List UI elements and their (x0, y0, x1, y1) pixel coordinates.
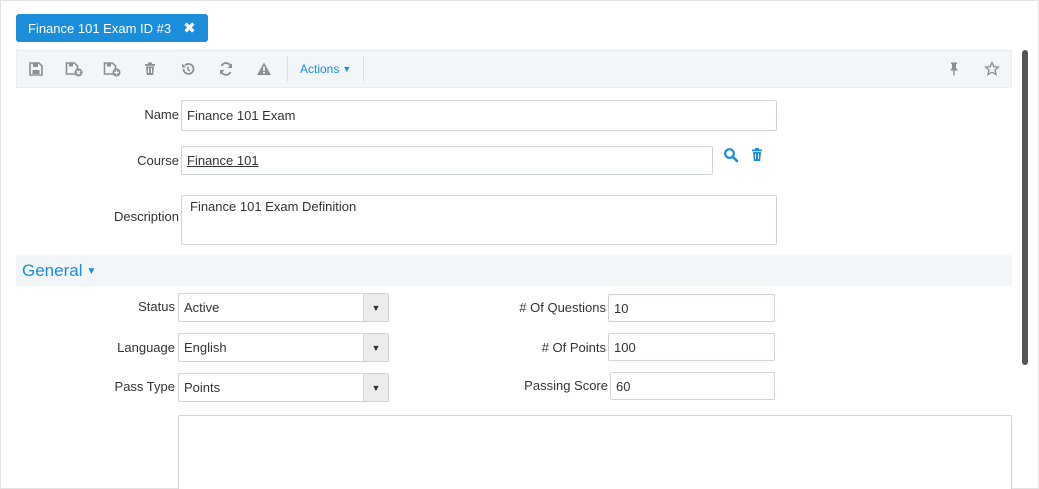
course-link[interactable]: Finance 101 (187, 153, 259, 168)
dropdown-arrow-icon[interactable]: ▼ (363, 374, 388, 401)
status-value: Active (184, 300, 220, 315)
questions-value: 10 (614, 300, 629, 316)
points-label: # Of Points (541, 340, 606, 355)
language-select[interactable]: English ▼ (178, 333, 389, 362)
name-value: Finance 101 Exam (187, 108, 296, 123)
pin-icon[interactable] (935, 51, 973, 87)
description-value: Finance 101 Exam Definition (190, 199, 357, 214)
course-label: Course (137, 153, 179, 168)
toolbar-right (935, 51, 1011, 87)
actions-label: Actions (300, 62, 340, 76)
notes-editor[interactable] (178, 415, 1012, 489)
passing-score-label: Passing Score (524, 378, 608, 393)
name-label: Name (144, 107, 179, 122)
description-textarea[interactable]: Finance 101 Exam Definition (181, 195, 777, 245)
toolbar-separator (287, 56, 288, 82)
passing-score-value: 60 (616, 378, 631, 394)
caret-down-icon: ▼ (342, 64, 352, 74)
course-input[interactable]: Finance 101 (181, 146, 713, 175)
questions-input[interactable]: 10 (608, 294, 775, 322)
description-label: Description (113, 209, 179, 224)
dropdown-arrow-icon[interactable]: ▼ (363, 294, 388, 321)
points-value: 100 (614, 339, 636, 355)
trash-icon[interactable] (131, 51, 169, 87)
search-icon[interactable] (723, 147, 739, 163)
language-value: English (184, 340, 227, 355)
points-input[interactable]: 100 (608, 333, 775, 361)
refresh-icon[interactable] (207, 51, 245, 87)
close-icon[interactable]: ✖ (183, 21, 196, 36)
save-new-icon[interactable] (93, 51, 131, 87)
toolbar-separator (363, 56, 365, 82)
clear-trash-icon[interactable] (749, 147, 765, 163)
warning-icon[interactable] (245, 51, 283, 87)
star-icon[interactable] (973, 51, 1011, 87)
status-label: Status (138, 299, 175, 314)
name-input[interactable]: Finance 101 Exam (181, 100, 777, 131)
vertical-scrollbar[interactable] (1022, 50, 1028, 365)
save-icon[interactable] (17, 51, 55, 87)
language-label: Language (117, 340, 175, 355)
dropdown-arrow-icon[interactable]: ▼ (363, 334, 388, 361)
record-tab[interactable]: Finance 101 Exam ID #3 ✖ (16, 14, 208, 42)
actions-dropdown[interactable]: Actions ▼ (292, 62, 359, 76)
caret-down-icon: ▼ (86, 266, 97, 277)
save-close-icon[interactable] (55, 51, 93, 87)
pass-type-value: Points (184, 380, 221, 395)
status-select[interactable]: Active ▼ (178, 293, 389, 322)
toolbar: Actions ▼ (16, 50, 1012, 88)
undo-icon[interactable] (169, 51, 207, 87)
tab-title: Finance 101 Exam ID #3 (28, 20, 172, 36)
questions-label: # Of Questions (519, 300, 606, 315)
general-section-title: General (22, 260, 83, 280)
pass-type-select[interactable]: Points ▼ (178, 373, 389, 402)
passing-score-input[interactable]: 60 (610, 372, 775, 400)
general-section-header[interactable]: General ▼ (16, 255, 1012, 286)
pass-type-label: Pass Type (114, 379, 175, 394)
